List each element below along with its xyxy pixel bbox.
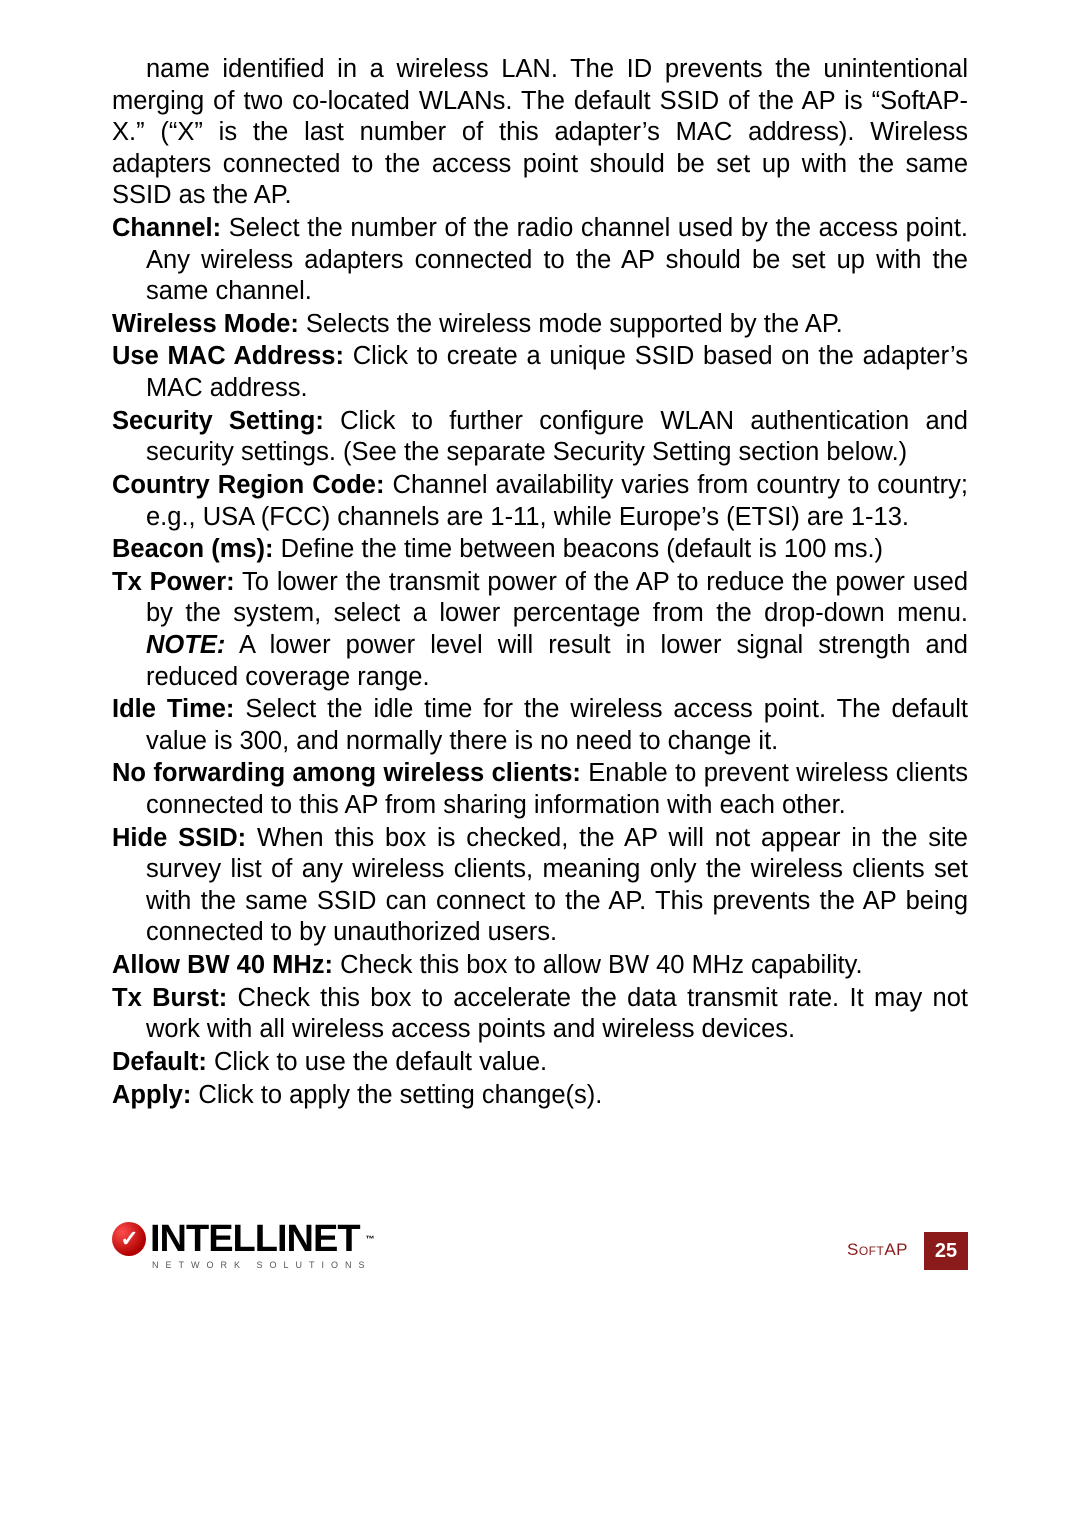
apply-entry: Apply: Click to apply the setting change… <box>112 1080 968 1112</box>
channel-label: Channel: <box>112 214 221 242</box>
txpower-text-a: To lower the transmit power of the AP to… <box>146 568 968 628</box>
hide-label: Hide SSID: <box>112 824 246 852</box>
idle-label: Idle Time: <box>112 695 234 723</box>
country-entry: Country Region Code: Channel availabilit… <box>112 470 968 533</box>
default-label: Default: <box>112 1048 207 1076</box>
channel-text: Select the number of the radio channel u… <box>146 214 968 305</box>
security-entry: Security Setting: Click to further confi… <box>112 406 968 469</box>
section-label: SoftAP <box>847 1240 908 1260</box>
apply-text: Click to apply the setting change(s). <box>191 1081 602 1109</box>
hide-entry: Hide SSID: When this box is checked, the… <box>112 823 968 949</box>
beacon-entry: Beacon (ms): Define the time between bea… <box>112 534 968 566</box>
content-block: name identified in a wireless LAN. The I… <box>112 54 968 1112</box>
page: name identified in a wireless LAN. The I… <box>0 0 1080 1522</box>
default-entry: Default: Click to use the default value. <box>112 1047 968 1079</box>
beacon-label: Beacon (ms): <box>112 535 274 563</box>
default-text: Click to use the default value. <box>207 1048 547 1076</box>
txburst-entry: Tx Burst: Check this box to accelerate t… <box>112 983 968 1046</box>
beacon-text: Define the time between beacons (default… <box>274 535 884 563</box>
apply-label: Apply: <box>112 1081 191 1109</box>
idle-text: Select the idle time for the wireless ac… <box>146 695 968 755</box>
allow-text: Check this box to allow BW 40 MHz capabi… <box>333 951 863 979</box>
use-mac-label: Use MAC Address: <box>112 342 344 370</box>
hide-text: When this box is checked, the AP will no… <box>146 824 968 947</box>
page-number: 25 <box>924 1232 968 1270</box>
txpower-text-b: A lower power level will result in lower… <box>146 631 968 691</box>
wireless-mode-text: Selects the wireless mode supported by t… <box>299 310 843 338</box>
nofwd-entry: No forwarding among wireless clients: En… <box>112 758 968 821</box>
brand-name: INTELLINET <box>150 1220 360 1258</box>
logo: ✓ INTELLINET ™ NETWORK SOLUTIONS <box>112 1220 392 1270</box>
txpower-note: NOTE: <box>146 631 225 659</box>
allow-label: Allow BW 40 MHz: <box>112 951 333 979</box>
txburst-text: Check this box to accelerate the data tr… <box>146 984 968 1044</box>
ssid-continuation-text: name identified in a wireless LAN. The I… <box>112 55 968 209</box>
channel-entry: Channel: Select the number of the radio … <box>112 213 968 308</box>
logo-check-icon: ✓ <box>112 1222 146 1256</box>
logo-main: ✓ INTELLINET ™ <box>112 1220 392 1258</box>
wireless-mode-entry: Wireless Mode: Selects the wireless mode… <box>112 309 968 341</box>
nofwd-label: No forwarding among wireless clients: <box>112 759 581 787</box>
country-label: Country Region Code: <box>112 471 384 499</box>
brand-sub: NETWORK SOLUTIONS <box>152 1260 392 1270</box>
wireless-mode-label: Wireless Mode: <box>112 310 299 338</box>
txpower-entry: Tx Power: To lower the transmit power of… <box>112 567 968 693</box>
security-label: Security Setting: <box>112 407 324 435</box>
txpower-label: Tx Power: <box>112 568 235 596</box>
footer: ✓ INTELLINET ™ NETWORK SOLUTIONS SoftAP 2… <box>112 1220 968 1270</box>
ssid-continuation: name identified in a wireless LAN. The I… <box>112 54 968 212</box>
use-mac-entry: Use MAC Address: Click to create a uniqu… <box>112 341 968 404</box>
allow-entry: Allow BW 40 MHz: Check this box to allow… <box>112 950 968 982</box>
trademark: ™ <box>366 1235 374 1244</box>
idle-entry: Idle Time: Select the idle time for the … <box>112 694 968 757</box>
txburst-label: Tx Burst: <box>112 984 227 1012</box>
